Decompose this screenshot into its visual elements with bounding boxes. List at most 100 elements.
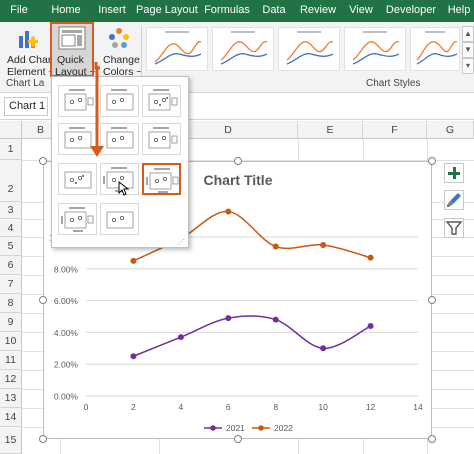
layout-thumbnail-icon xyxy=(64,171,92,189)
row-header[interactable]: 6 xyxy=(0,256,22,275)
tab-insert[interactable]: Insert xyxy=(94,0,130,22)
quick-layout-dropdown: ⋰ xyxy=(51,76,189,248)
quick-layout-option-11[interactable] xyxy=(100,203,139,235)
row-header[interactable]: 8 xyxy=(0,294,22,313)
tab-home[interactable]: Home xyxy=(48,0,84,22)
chart-style-4[interactable] xyxy=(344,27,406,71)
data-point-2021[interactable] xyxy=(367,323,374,330)
row-header[interactable]: 1 xyxy=(0,139,22,160)
data-point-2022[interactable] xyxy=(130,257,137,264)
legend-marker-2021 xyxy=(210,425,216,431)
change-colors-button[interactable]: Change Colors ~ xyxy=(99,24,142,78)
change-colors-label-1: Change xyxy=(103,54,140,66)
name-box[interactable]: Chart 1 xyxy=(4,97,48,116)
tab-developer[interactable]: Developer xyxy=(384,0,438,22)
scroll-down-icon[interactable]: ▼ xyxy=(462,42,474,58)
resize-handle-top-left[interactable] xyxy=(39,157,47,165)
ribbon-tabs: File Home Insert Page Layout Formulas Da… xyxy=(0,0,474,22)
column-header-g[interactable]: G xyxy=(427,121,474,139)
data-point-2022[interactable] xyxy=(320,241,327,248)
quick-layout-option-10[interactable] xyxy=(58,203,97,235)
row-header[interactable]: 13 xyxy=(0,389,22,408)
y-tick-label: 8.00% xyxy=(54,264,79,274)
quick-layout-option-9[interactable] xyxy=(142,163,181,195)
x-tick-label: 12 xyxy=(366,402,376,412)
chart-style-5[interactable] xyxy=(410,27,460,71)
tab-review[interactable]: Review xyxy=(298,0,338,22)
chart-elements-button[interactable] xyxy=(444,163,464,183)
row-header[interactable]: 2 xyxy=(0,160,22,202)
quick-layout-option-7[interactable] xyxy=(58,163,97,195)
quick-layout-option-5[interactable] xyxy=(100,123,139,155)
resize-handle-middle-left[interactable] xyxy=(39,296,47,304)
tab-view[interactable]: View xyxy=(346,0,376,22)
chart-style-2[interactable] xyxy=(212,27,274,71)
series-line-2021[interactable] xyxy=(133,315,371,357)
chart-style-1[interactable] xyxy=(146,27,208,71)
y-tick-label: 0.00% xyxy=(54,392,79,402)
data-point-2021[interactable] xyxy=(225,315,232,322)
resize-handle-bottom-left[interactable] xyxy=(39,435,47,443)
data-point-2021[interactable] xyxy=(320,345,327,352)
expand-more-icon[interactable]: ▾ xyxy=(462,58,474,74)
x-tick-label: 6 xyxy=(226,402,231,412)
data-point-2022[interactable] xyxy=(272,243,279,250)
mouse-cursor-icon xyxy=(118,181,130,196)
resize-handle-bottom-right[interactable] xyxy=(428,435,436,443)
add-chart-element-button[interactable]: Add Chart Element ~ xyxy=(4,24,55,78)
resize-handle-top-right[interactable] xyxy=(428,157,436,165)
resize-grip-icon[interactable]: ⋰ xyxy=(178,238,185,246)
tab-help[interactable]: Help xyxy=(446,0,472,22)
chart-styles-button[interactable] xyxy=(444,190,464,210)
row-header[interactable]: 4 xyxy=(0,219,22,237)
quick-layout-option-2[interactable] xyxy=(100,85,139,117)
resize-handle-bottom-center[interactable] xyxy=(234,435,242,443)
x-tick-label: 8 xyxy=(273,402,278,412)
quick-layout-option-4[interactable] xyxy=(58,123,97,155)
resize-handle-top-center[interactable] xyxy=(234,157,242,165)
select-all-corner[interactable] xyxy=(0,121,22,139)
brush-icon xyxy=(447,193,461,207)
layout-thumbnail-icon xyxy=(106,127,134,149)
data-point-2022[interactable] xyxy=(225,208,232,215)
data-point-2021[interactable] xyxy=(130,353,137,360)
chart-styles-scroll[interactable]: ▲ ▼ ▾ xyxy=(462,26,474,76)
resize-handle-middle-right[interactable] xyxy=(428,296,436,304)
tab-data[interactable]: Data xyxy=(258,0,290,22)
tab-page-layout[interactable]: Page Layout xyxy=(136,0,198,22)
data-point-2021[interactable] xyxy=(272,316,279,323)
row-header[interactable]: 3 xyxy=(0,202,22,219)
quick-layout-option-1[interactable] xyxy=(58,85,97,117)
legend-marker-2022 xyxy=(258,425,264,431)
quick-layout-option-6[interactable] xyxy=(142,123,181,155)
tab-formulas[interactable]: Formulas xyxy=(204,0,250,22)
chart-title[interactable]: Chart Title xyxy=(204,172,273,188)
legend-label-2021: 2021 xyxy=(226,423,245,433)
x-tick-label: 2 xyxy=(131,402,136,412)
row-header[interactable]: 11 xyxy=(0,351,22,370)
column-header-e[interactable]: E xyxy=(298,121,363,139)
quick-layout-option-3[interactable] xyxy=(142,85,181,117)
data-point-2021[interactable] xyxy=(177,334,184,341)
row-header[interactable]: 15 xyxy=(0,427,22,454)
y-axis-ticks: 0.00%2.00%4.00%6.00%8.00%10.00% xyxy=(49,233,78,402)
row-header[interactable]: 10 xyxy=(0,332,22,351)
row-header[interactable]: 12 xyxy=(0,370,22,389)
funnel-icon xyxy=(445,221,463,235)
chart-legend[interactable]: 2021 2022 xyxy=(204,423,293,433)
row-header[interactable]: 7 xyxy=(0,275,22,294)
scroll-up-icon[interactable]: ▲ xyxy=(462,26,474,42)
row-header[interactable]: 5 xyxy=(0,237,22,256)
data-point-2022[interactable] xyxy=(367,254,374,261)
layout-thumbnail-icon xyxy=(106,89,134,111)
row-header[interactable]: 14 xyxy=(0,408,22,427)
chart-filters-button[interactable] xyxy=(444,218,464,238)
tab-file[interactable]: File xyxy=(6,0,32,22)
chart-style-3[interactable] xyxy=(278,27,340,71)
add-chart-element-label-2: Element ~ xyxy=(7,66,55,78)
row-header[interactable]: 9 xyxy=(0,313,22,332)
group-label-chart-layouts: Chart La xyxy=(6,78,45,89)
layout-thumbnail-icon xyxy=(106,211,134,229)
y-tick-label: 4.00% xyxy=(54,328,79,338)
column-header-f[interactable]: F xyxy=(363,121,427,139)
